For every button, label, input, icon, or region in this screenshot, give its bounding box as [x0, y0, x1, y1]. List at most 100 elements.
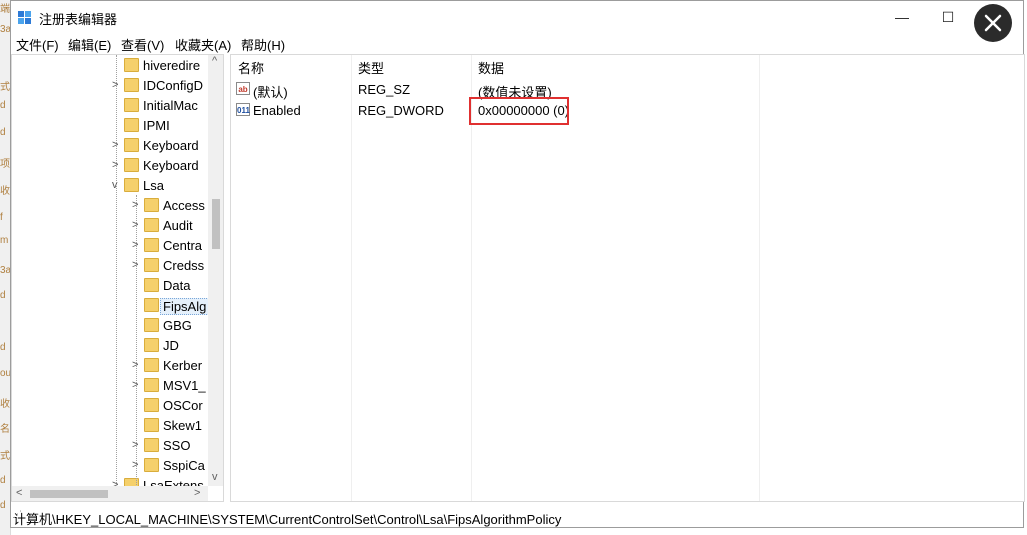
- tree-item[interactable]: > Kerber: [12, 356, 212, 376]
- window-title: 注册表编辑器: [39, 12, 118, 27]
- menu-view[interactable]: 查看(V): [121, 35, 164, 54]
- tree-item[interactable]: > Keyboard: [12, 136, 212, 156]
- tree-item[interactable]: FipsAlg: [12, 296, 212, 316]
- highlight-annotation-box: [469, 97, 569, 125]
- tree-guide-line: [116, 55, 117, 485]
- tree-item-label: Keyboard: [143, 138, 199, 153]
- tree-item[interactable]: hiveredire: [12, 56, 212, 76]
- tree-item[interactable]: > Keyboard: [12, 156, 212, 176]
- tree-item[interactable]: OSCor: [12, 396, 212, 416]
- column-divider[interactable]: [351, 55, 352, 501]
- chevron-right-icon[interactable]: >: [132, 199, 142, 211]
- chevron-right-icon[interactable]: >: [132, 259, 142, 271]
- scroll-right-arrow-icon[interactable]: >: [194, 487, 200, 499]
- column-header-name[interactable]: 名称: [238, 58, 264, 77]
- chevron-right-icon[interactable]: >: [132, 239, 142, 251]
- tree-item-label: Audit: [163, 218, 193, 233]
- background-text-fragment: d: [0, 100, 6, 111]
- background-text-fragment: 项: [0, 159, 10, 170]
- tree-item[interactable]: Data: [12, 276, 212, 296]
- chevron-right-icon[interactable]: >: [132, 359, 142, 371]
- key-tree-pane[interactable]: >LsaExtens>SspiCa>SSOSkew1OSCor>MSV1_>Ke…: [11, 54, 224, 502]
- folder-icon: [144, 338, 159, 352]
- tree-item[interactable]: GBG: [12, 316, 212, 336]
- maximize-button[interactable]: ☐: [925, 1, 971, 34]
- tree-item[interactable]: v Lsa: [12, 176, 212, 196]
- folder-icon: [144, 438, 159, 452]
- background-text-fragment: d: [0, 342, 6, 353]
- background-text-fragment: d: [0, 127, 6, 138]
- folder-icon: [124, 98, 139, 112]
- folder-icon: [124, 78, 139, 92]
- tree-item[interactable]: > Centra: [12, 236, 212, 256]
- value-name: (默认): [253, 85, 288, 100]
- chevron-right-icon[interactable]: >: [132, 459, 142, 471]
- tree-item-label: OSCor: [163, 398, 203, 413]
- values-list-pane[interactable]: 名称 类型 数据 ab (默认) REG_SZ (数值未设置) 011 Enab…: [230, 54, 1025, 502]
- value-type: REG_SZ: [358, 82, 411, 97]
- tree-guide-line: [136, 195, 137, 485]
- background-text-fragment: 收: [0, 399, 10, 410]
- tree-item[interactable]: > Access: [12, 196, 212, 216]
- scroll-left-arrow-icon[interactable]: <: [16, 487, 22, 499]
- folder-icon: [144, 358, 159, 372]
- title-bar[interactable]: 注册表编辑器 — ☐: [11, 1, 1023, 34]
- folder-icon: [124, 158, 139, 172]
- menu-file[interactable]: 文件(F): [16, 35, 59, 54]
- chevron-right-icon[interactable]: >: [132, 439, 142, 451]
- folder-icon: [144, 318, 159, 332]
- tree-horizontal-scroll-thumb[interactable]: [30, 490, 108, 498]
- minimize-button[interactable]: —: [879, 1, 925, 34]
- tree-item[interactable]: > MSV1_: [12, 376, 212, 396]
- scroll-down-arrow-icon[interactable]: v: [212, 471, 218, 483]
- background-text-fragment: d: [0, 475, 6, 486]
- tree-item[interactable]: > Audit: [12, 216, 212, 236]
- tree-item[interactable]: IPMI: [12, 116, 212, 136]
- tree-item[interactable]: > Credss: [12, 256, 212, 276]
- chevron-down-icon[interactable]: v: [112, 179, 122, 191]
- tree-item[interactable]: Skew1: [12, 416, 212, 436]
- column-header-type[interactable]: 类型: [358, 58, 384, 77]
- background-text-fragment: 式: [0, 82, 10, 93]
- tree-item-label: Access: [163, 198, 205, 213]
- scroll-up-arrow-icon[interactable]: ^: [212, 55, 217, 67]
- menu-bar: 文件(F) 编辑(E) 查看(V) 收藏夹(A) 帮助(H): [11, 34, 1023, 54]
- menu-edit[interactable]: 编辑(E): [68, 35, 111, 54]
- value-type: REG_DWORD: [358, 103, 444, 118]
- background-text-fragment: 式: [0, 451, 10, 462]
- tree-item-label: IPMI: [143, 118, 170, 133]
- folder-icon: [144, 278, 159, 292]
- folder-icon: [124, 178, 139, 192]
- chevron-right-icon[interactable]: >: [132, 379, 142, 391]
- column-divider[interactable]: [759, 55, 760, 501]
- tree-item-label: GBG: [163, 318, 192, 333]
- chevron-right-icon[interactable]: >: [112, 139, 122, 151]
- folder-icon: [124, 58, 139, 72]
- menu-help[interactable]: 帮助(H): [241, 35, 285, 54]
- tree-item-label: FipsAlg: [160, 298, 210, 315]
- column-header-data[interactable]: 数据: [478, 58, 504, 77]
- folder-icon: [144, 378, 159, 392]
- menu-favorites[interactable]: 收藏夹(A): [175, 35, 231, 54]
- tree-item[interactable]: JD: [12, 336, 212, 356]
- tree-item[interactable]: > SspiCa: [12, 456, 212, 476]
- tree-vertical-scroll-thumb[interactable]: [212, 199, 220, 249]
- tree-item-label: Centra: [163, 238, 203, 253]
- tree-vertical-scrollbar[interactable]: [208, 55, 223, 486]
- tree-item[interactable]: > SSO: [12, 436, 212, 456]
- chevron-right-icon[interactable]: >: [132, 219, 142, 231]
- folder-icon: [124, 138, 139, 152]
- chevron-right-icon[interactable]: >: [112, 159, 122, 171]
- tree-item-label: Credss: [163, 258, 205, 273]
- resize-grip-icon[interactable]: ⋰: [13, 509, 1021, 525]
- background-text-fragment: d: [0, 290, 6, 301]
- close-icon: [984, 14, 1002, 32]
- folder-icon: [144, 198, 159, 212]
- tree-item[interactable]: InitialMac: [12, 96, 212, 116]
- tree-item-label: InitialMac: [143, 98, 198, 113]
- background-text-fragment: 3a: [0, 265, 10, 276]
- close-button[interactable]: [974, 4, 1012, 42]
- chevron-right-icon[interactable]: >: [112, 79, 122, 91]
- tree-item[interactable]: > IDConfigD: [12, 76, 212, 96]
- folder-icon: [144, 258, 159, 272]
